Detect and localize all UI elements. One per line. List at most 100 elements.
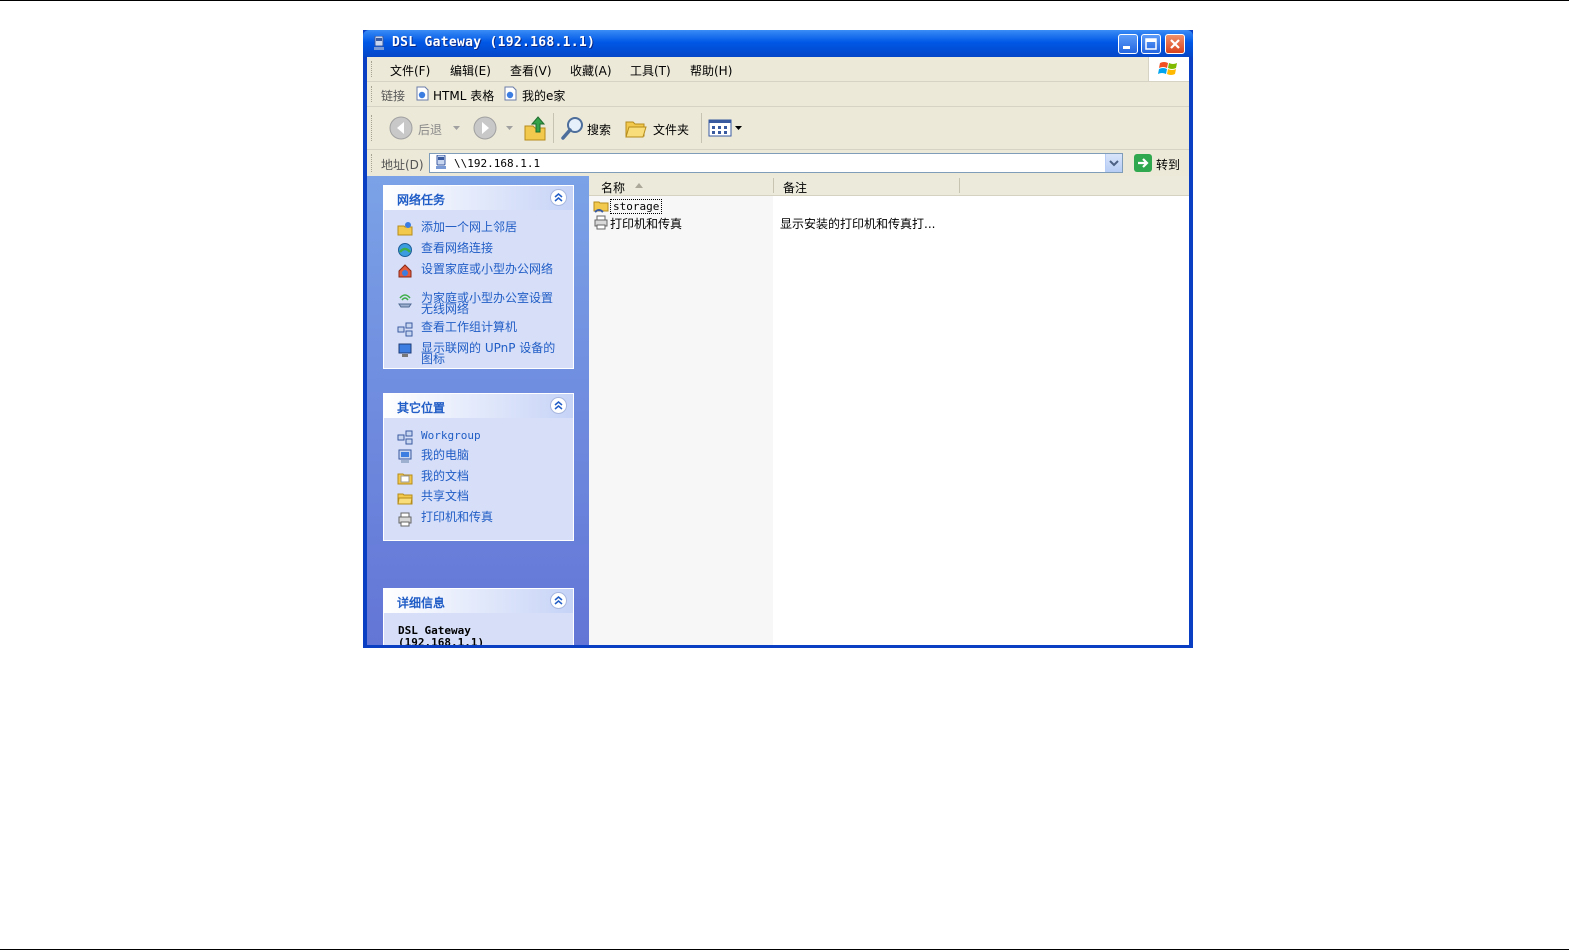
sorted-column-highlight bbox=[589, 196, 773, 645]
window-title: DSL Gateway (192.168.1.1) bbox=[392, 35, 596, 50]
panel-title: 详细信息 bbox=[397, 596, 446, 610]
sort-ascending-icon bbox=[635, 183, 643, 188]
column-divider[interactable] bbox=[959, 178, 960, 193]
title-bar[interactable]: DSL Gateway (192.168.1.1) bbox=[363, 30, 1193, 57]
menu-tools[interactable]: 工具(T) bbox=[630, 62, 671, 79]
page-bottom-rule bbox=[0, 949, 1569, 950]
network-computer-icon bbox=[374, 36, 384, 50]
views-chevron-icon[interactable] bbox=[735, 126, 742, 131]
double-chevron-up-icon bbox=[554, 193, 563, 202]
link-my-ehome[interactable]: 我的e家 bbox=[522, 87, 565, 104]
row-name[interactable]: storage bbox=[610, 199, 663, 214]
windows-logo bbox=[1148, 57, 1189, 81]
forward-arrow-icon[interactable] bbox=[473, 116, 497, 140]
list-header: 名称 备注 bbox=[589, 176, 1189, 196]
collapse-button[interactable] bbox=[550, 397, 567, 414]
menu-edit[interactable]: 编辑(E) bbox=[450, 62, 491, 79]
list-row[interactable]: storage bbox=[589, 198, 1189, 214]
panel-other-places: 其它位置 Workgroup 我的电脑 我的文档 共享文档 打印机和传真 bbox=[383, 393, 574, 541]
views-icon[interactable] bbox=[708, 118, 732, 138]
address-label: 地址(D) bbox=[381, 158, 424, 172]
task-label[interactable]: 显示联网的 UPnP 设备的图标 bbox=[421, 342, 561, 365]
double-chevron-up-icon bbox=[554, 401, 563, 410]
my-computer-icon bbox=[398, 449, 412, 463]
panel-header[interactable]: 详细信息 bbox=[384, 589, 573, 613]
linksbar-grip[interactable] bbox=[371, 86, 375, 102]
chevron-down-icon bbox=[1109, 160, 1119, 167]
task-label[interactable]: 查看工作组计算机 bbox=[421, 321, 561, 333]
collapse-button[interactable] bbox=[550, 592, 567, 609]
back-history-chevron-icon[interactable] bbox=[453, 126, 460, 131]
addressbar-grip[interactable] bbox=[371, 154, 375, 172]
row-name[interactable]: 打印机和传真 bbox=[610, 215, 682, 232]
close-button[interactable] bbox=[1165, 34, 1185, 54]
folders-button[interactable]: 文件夹 bbox=[653, 121, 689, 138]
maximize-button[interactable] bbox=[1141, 34, 1161, 54]
windows-flag-icon bbox=[1158, 62, 1177, 75]
menu-bar: 文件(F) 编辑(E) 查看(V) 收藏(A) 工具(T) 帮助(H) bbox=[367, 57, 1189, 82]
address-bar: 地址(D) \\192.168.1.1 转到 bbox=[367, 150, 1189, 176]
back-arrow-icon[interactable] bbox=[389, 116, 413, 140]
place-label[interactable]: 我的文档 bbox=[421, 470, 561, 482]
printer-icon bbox=[398, 512, 412, 527]
menu-favorites[interactable]: 收藏(A) bbox=[570, 62, 612, 79]
task-label[interactable]: 为家庭或小型办公室设置无线网络 bbox=[421, 292, 561, 315]
place-label[interactable]: 共享文档 bbox=[421, 490, 561, 502]
panel-title: 网络任务 bbox=[397, 193, 446, 207]
network-computer-icon bbox=[436, 155, 446, 169]
column-header-comment[interactable]: 备注 bbox=[783, 179, 807, 196]
wireless-network-icon bbox=[398, 294, 412, 308]
link-html-table[interactable]: HTML 表格 bbox=[433, 87, 494, 104]
panel-network-tasks: 网络任务 添加一个网上邻居 查看网络连接 设置家庭或小型办公网络 为家庭或小型办… bbox=[383, 185, 574, 369]
up-folder-icon[interactable] bbox=[523, 114, 549, 142]
search-button[interactable]: 搜索 bbox=[587, 121, 611, 138]
menu-view[interactable]: 查看(V) bbox=[510, 62, 552, 79]
workgroup-computers-icon bbox=[397, 430, 413, 445]
list-row[interactable]: 打印机和传真 显示安装的打印机和传真打... bbox=[589, 214, 1189, 232]
add-network-place-icon bbox=[397, 222, 413, 236]
window-client: 文件(F) 编辑(E) 查看(V) 收藏(A) 工具(T) 帮助(H) 链接 H… bbox=[367, 57, 1189, 645]
my-documents-icon bbox=[397, 473, 413, 485]
network-connections-icon bbox=[398, 243, 412, 257]
home-network-icon bbox=[398, 264, 412, 278]
task-label[interactable]: 添加一个网上邻居 bbox=[421, 221, 561, 233]
folders-icon[interactable] bbox=[624, 116, 648, 140]
place-label[interactable]: Workgroup bbox=[421, 430, 561, 441]
links-label: 链接 bbox=[381, 89, 406, 103]
close-icon bbox=[1170, 39, 1180, 49]
panel-header[interactable]: 其它位置 bbox=[384, 394, 573, 418]
toolbar-separator bbox=[701, 113, 702, 143]
column-divider[interactable] bbox=[773, 178, 774, 193]
menubar-grip[interactable] bbox=[371, 61, 375, 77]
minimize-icon bbox=[1123, 46, 1130, 49]
printer-icon bbox=[594, 215, 608, 230]
address-input[interactable]: \\192.168.1.1 bbox=[429, 153, 1123, 173]
column-header-name[interactable]: 名称 bbox=[601, 179, 625, 196]
ie-page-icon bbox=[416, 86, 429, 101]
place-label[interactable]: 打印机和传真 bbox=[421, 511, 561, 523]
panel-header[interactable]: 网络任务 bbox=[384, 186, 573, 210]
go-button[interactable]: 转到 bbox=[1156, 156, 1180, 173]
row-comment: 显示安装的打印机和传真打... bbox=[780, 217, 936, 231]
folder-icon bbox=[397, 493, 413, 505]
address-dropdown-button[interactable] bbox=[1105, 154, 1122, 172]
workgroup-computers-icon bbox=[397, 322, 413, 337]
minimize-button[interactable] bbox=[1118, 34, 1138, 54]
task-pane: 网络任务 添加一个网上邻居 查看网络连接 设置家庭或小型办公网络 为家庭或小型办… bbox=[367, 176, 589, 645]
place-label[interactable]: 我的电脑 bbox=[421, 449, 561, 461]
collapse-button[interactable] bbox=[550, 189, 567, 206]
toolbar-grip[interactable] bbox=[371, 115, 375, 141]
panel-title: 其它位置 bbox=[397, 401, 446, 415]
forward-history-chevron-icon[interactable] bbox=[506, 126, 513, 131]
search-icon[interactable] bbox=[560, 115, 586, 141]
task-label[interactable]: 查看网络连接 bbox=[421, 242, 561, 254]
double-chevron-up-icon bbox=[554, 596, 563, 605]
page-top-rule bbox=[0, 0, 1569, 1]
go-arrow-icon[interactable] bbox=[1134, 154, 1152, 172]
menu-help[interactable]: 帮助(H) bbox=[690, 62, 732, 79]
back-label[interactable]: 后退 bbox=[418, 121, 442, 138]
maximize-icon bbox=[1145, 38, 1157, 50]
toolbar-separator bbox=[553, 113, 554, 143]
menu-file[interactable]: 文件(F) bbox=[390, 62, 430, 79]
task-label[interactable]: 设置家庭或小型办公网络 bbox=[421, 263, 561, 275]
